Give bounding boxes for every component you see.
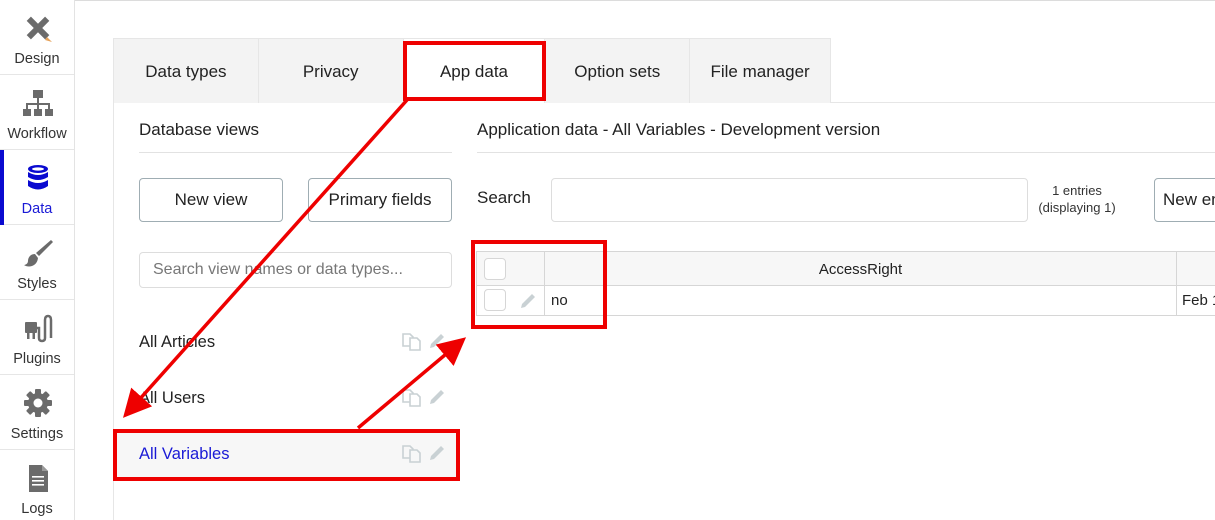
view-search-input[interactable]: Search view names or data types... [139, 252, 452, 288]
nav-item-design[interactable]: Design [0, 0, 74, 75]
new-view-button[interactable]: New view [139, 178, 283, 222]
copy-icon[interactable] [401, 332, 423, 352]
database-icon [28, 165, 48, 190]
copy-icon[interactable] [401, 388, 423, 408]
nav-item-workflow[interactable]: Workflow [0, 75, 74, 150]
nav-label: Workflow [7, 126, 67, 142]
database-views-title: Database views [139, 120, 260, 139]
view-item-all-variables[interactable]: All Variables [114, 430, 459, 480]
view-item-all-articles[interactable]: All Articles [114, 318, 459, 368]
row-select-cell [476, 286, 544, 315]
primary-fields-button[interactable]: Primary fields [308, 178, 452, 222]
nav-item-settings[interactable]: Settings [0, 375, 74, 450]
pencil-icon[interactable] [427, 443, 447, 463]
nav-label: Data [21, 201, 53, 217]
cell-date[interactable]: Feb 1 [1176, 286, 1215, 315]
cell-accessright[interactable]: no [544, 286, 1176, 315]
divider [477, 152, 1215, 153]
document-icon [29, 465, 48, 492]
nav-label: Settings [10, 426, 64, 442]
copy-icon[interactable] [401, 444, 423, 464]
design-icon [26, 16, 52, 42]
left-nav: Design Workflow Data Styles Plugins Sett… [0, 0, 75, 520]
plug-icon [25, 314, 53, 343]
tab-app-data[interactable]: App data [403, 39, 546, 103]
nav-item-data[interactable]: Data [0, 150, 74, 225]
brush-icon [24, 240, 53, 267]
nav-label: Styles [17, 276, 57, 292]
pencil-icon[interactable] [518, 291, 538, 311]
table-row: no Feb 1 [476, 285, 1215, 316]
entries-total: 1 entries [1052, 183, 1102, 198]
nav-label: Logs [21, 501, 53, 517]
workflow-icon [23, 90, 53, 116]
app-data-title: Application data - All Variables - Devel… [477, 120, 881, 139]
top-divider [75, 0, 1215, 1]
view-name: All Variables [139, 445, 230, 463]
entries-displaying: (displaying 1) [1038, 200, 1116, 215]
view-item-all-users[interactable]: All Users [114, 374, 459, 424]
divider [139, 152, 452, 153]
header-select-cell [476, 252, 544, 286]
nav-item-styles[interactable]: Styles [0, 225, 74, 300]
gear-icon [24, 389, 52, 417]
tab-option-sets[interactable]: Option sets [545, 39, 691, 103]
table-header-row: AccessRight [476, 251, 1215, 286]
column-header-date[interactable] [1176, 252, 1215, 286]
select-all-checkbox[interactable] [484, 258, 506, 280]
tab-data-types[interactable]: Data types [114, 39, 259, 103]
row-checkbox[interactable] [484, 289, 506, 311]
new-entry-button[interactable]: New entry [1154, 178, 1215, 222]
nav-item-plugins[interactable]: Plugins [0, 300, 74, 375]
view-name: All Users [139, 389, 206, 407]
pencil-icon[interactable] [427, 331, 447, 351]
pencil-icon[interactable] [427, 387, 447, 407]
tabs-divider [831, 102, 1215, 103]
search-label: Search [477, 188, 531, 207]
tab-privacy[interactable]: Privacy [259, 39, 404, 103]
tab-file-manager[interactable]: File manager [690, 39, 830, 103]
nav-label: Plugins [13, 351, 61, 367]
entries-count: 1 entries (displaying 1) [1032, 182, 1122, 216]
view-name: All Articles [139, 333, 216, 351]
data-tabs: Data types Privacy App data Option sets … [113, 38, 831, 103]
column-header-accessright[interactable]: AccessRight [544, 252, 1176, 286]
nav-label: Design [14, 51, 60, 67]
nav-item-logs[interactable]: Logs [0, 450, 74, 520]
data-search-input[interactable] [551, 178, 1028, 222]
app-root: Design Workflow Data Styles Plugins Sett… [0, 0, 1215, 520]
